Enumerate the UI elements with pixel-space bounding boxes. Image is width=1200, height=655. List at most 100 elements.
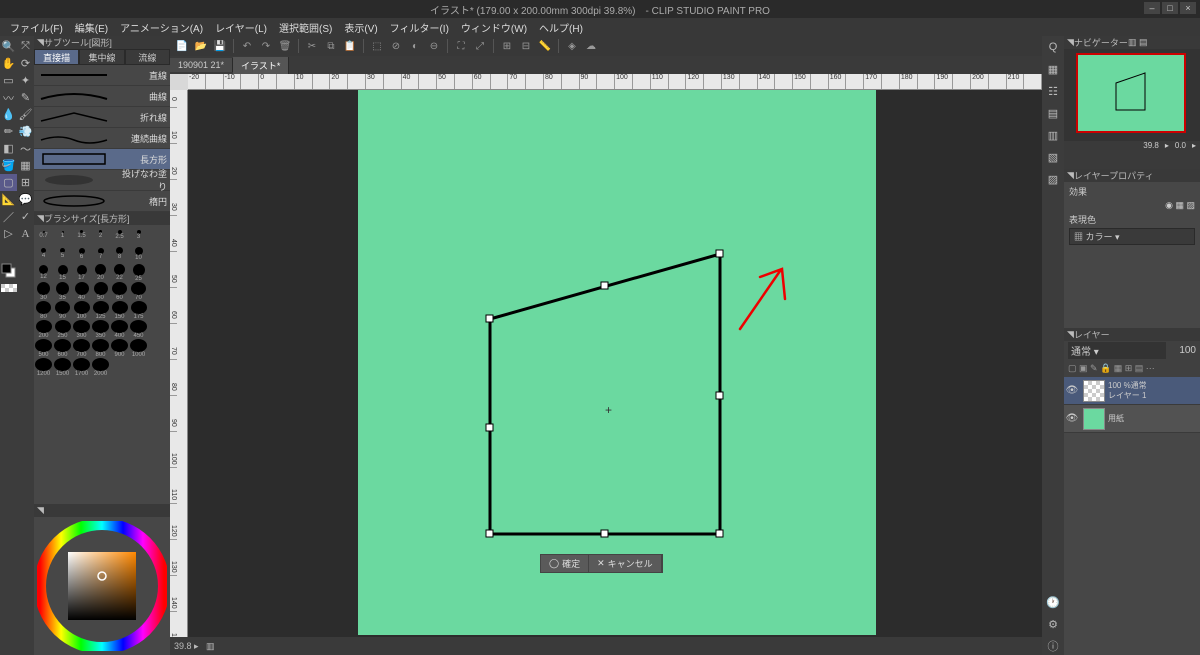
- eraser-icon[interactable]: ◧: [0, 140, 17, 157]
- transform-confirm-bar: ◯ 確定 ✕ キャンセル: [540, 554, 663, 573]
- pen-tool-icon[interactable]: ✎: [17, 89, 34, 106]
- layer-row-1[interactable]: 👁 100 %通常 レイヤー 1: [1064, 377, 1200, 405]
- balloon-icon[interactable]: 💬: [17, 191, 34, 208]
- subtool-polyline[interactable]: 折れ線: [34, 107, 170, 128]
- minimize-button[interactable]: –: [1144, 2, 1160, 14]
- color-wheel[interactable]: [37, 521, 167, 651]
- layer-visible-icon[interactable]: 👁: [1064, 413, 1080, 424]
- subtool-curve[interactable]: 曲線: [34, 86, 170, 107]
- menu-window[interactable]: ウィンドウ(W): [455, 20, 533, 35]
- doc-tab-2[interactable]: イラスト*: [233, 57, 289, 74]
- new-icon[interactable]: 📄: [174, 38, 190, 54]
- copy-icon[interactable]: ⧉: [323, 38, 339, 54]
- subtool-line[interactable]: 直線: [34, 65, 170, 86]
- fill-icon[interactable]: 🪣: [0, 157, 17, 174]
- invert-icon[interactable]: ◐: [407, 38, 423, 54]
- blend-icon[interactable]: 〜: [17, 140, 34, 157]
- layer-opacity-value[interactable]: 100: [1166, 345, 1196, 356]
- figure-tool-icon[interactable]: ▢: [0, 174, 17, 191]
- navigator-thumbnail[interactable]: [1076, 53, 1186, 133]
- eyedrop-icon[interactable]: 💧: [0, 106, 17, 123]
- transform-icon[interactable]: ⛶: [453, 38, 469, 54]
- subtool-tab-direct[interactable]: 直接描: [34, 49, 79, 65]
- navigator-panel[interactable]: [1064, 49, 1200, 141]
- paste-icon[interactable]: 📋: [342, 38, 358, 54]
- wand-tool-icon[interactable]: ✦: [17, 72, 34, 89]
- material5-icon[interactable]: ▧: [1044, 148, 1062, 166]
- doc-tab-1[interactable]: 190901 21*: [170, 58, 233, 72]
- auto-icon[interactable]: ⚙: [1044, 615, 1062, 633]
- svg-text:+: +: [605, 403, 612, 417]
- search-icon[interactable]: 🔍: [0, 38, 17, 55]
- scale-icon[interactable]: ⤢: [472, 38, 488, 54]
- brush-tool-icon[interactable]: 🖌: [17, 106, 34, 123]
- history-icon[interactable]: 🕐: [1044, 593, 1062, 611]
- material3-icon[interactable]: ▤: [1044, 104, 1062, 122]
- marquee-tool-icon[interactable]: ▭: [0, 72, 17, 89]
- confirm-ok-button[interactable]: ◯ 確定: [541, 555, 589, 572]
- brush-size-grid[interactable]: 0.711.522.534567810121517202225303540506…: [34, 225, 170, 377]
- subtool-header: ◥ サブツール[図形]: [34, 36, 170, 49]
- subtool-tab-stream[interactable]: 流線: [125, 49, 170, 65]
- menu-filter[interactable]: フィルター(I): [384, 20, 455, 35]
- subtool-tab-focus[interactable]: 集中線: [79, 49, 124, 65]
- info-icon[interactable]: ⓘ: [1044, 637, 1062, 655]
- expression-color-dropdown[interactable]: ▦ カラー ▾: [1069, 228, 1195, 245]
- layer-list: 👁 100 %通常 レイヤー 1 👁 用紙: [1064, 377, 1200, 655]
- navigator-controls[interactable]: [1064, 155, 1200, 169]
- subtool-bezier[interactable]: 連続曲線: [34, 128, 170, 149]
- menu-edit[interactable]: 編集(E): [69, 20, 114, 35]
- open-icon[interactable]: 📂: [193, 38, 209, 54]
- menu-file[interactable]: ファイル(F): [4, 20, 69, 35]
- menu-select[interactable]: 選択範囲(S): [273, 20, 338, 35]
- shrink-icon[interactable]: ⊖: [426, 38, 442, 54]
- maximize-button[interactable]: □: [1162, 2, 1178, 14]
- cut-icon[interactable]: ✂: [304, 38, 320, 54]
- deselect-icon[interactable]: ⊘: [388, 38, 404, 54]
- cloud-icon[interactable]: ☁: [583, 38, 599, 54]
- delete-icon[interactable]: 🗑: [277, 38, 293, 54]
- rotate-tool-icon[interactable]: ⟳: [17, 55, 34, 72]
- close-button[interactable]: ×: [1180, 2, 1196, 14]
- layer-visible-icon[interactable]: 👁: [1064, 385, 1080, 396]
- menu-help[interactable]: ヘルプ(H): [533, 20, 589, 35]
- material-icon[interactable]: ▦: [1044, 60, 1062, 78]
- layer-row-2[interactable]: 👁 用紙: [1064, 405, 1200, 433]
- undo-icon[interactable]: ↶: [239, 38, 255, 54]
- menu-view[interactable]: 表示(V): [338, 20, 383, 35]
- airbrush-icon[interactable]: 💨: [17, 123, 34, 140]
- frame-icon[interactable]: ⊞: [17, 174, 34, 191]
- correct-icon[interactable]: ✓: [17, 208, 34, 225]
- quick-access-icon[interactable]: Q: [1044, 38, 1062, 56]
- move-tool-icon[interactable]: ⤧: [17, 38, 34, 55]
- ruler-horizontal: -20-100102030405060708090100110120130140…: [188, 74, 1042, 90]
- menu-animation[interactable]: アニメーション(A): [114, 20, 209, 35]
- material2-icon[interactable]: ☷: [1044, 82, 1062, 100]
- assist-icon[interactable]: ◈: [564, 38, 580, 54]
- lasso-tool-icon[interactable]: 〰: [0, 89, 17, 106]
- redo-icon[interactable]: ↷: [258, 38, 274, 54]
- snap-icon[interactable]: ⊞: [499, 38, 515, 54]
- save-icon[interactable]: 💾: [212, 38, 228, 54]
- hand-tool-icon[interactable]: ✋: [0, 55, 17, 72]
- grid-icon[interactable]: ⊟: [518, 38, 534, 54]
- transparent-icon[interactable]: [0, 279, 17, 296]
- gradient-icon[interactable]: ▦: [17, 157, 34, 174]
- select-all-icon[interactable]: ⬚: [369, 38, 385, 54]
- pencil-icon[interactable]: ✏: [0, 123, 17, 140]
- subtool-lasso-fill[interactable]: 投げなわ塗り: [34, 170, 170, 191]
- material4-icon[interactable]: ▥: [1044, 126, 1062, 144]
- blend-mode-dropdown[interactable]: 通常 ▾: [1068, 342, 1166, 359]
- select-icon[interactable]: ▷: [0, 225, 17, 242]
- subtool-ellipse[interactable]: 楕円: [34, 191, 170, 212]
- line-icon[interactable]: ／: [0, 208, 17, 225]
- canvas-area[interactable]: -20-100102030405060708090100110120130140…: [170, 74, 1042, 655]
- ruler-snap-icon[interactable]: 📏: [537, 38, 553, 54]
- confirm-cancel-button[interactable]: ✕ キャンセル: [589, 555, 662, 572]
- menu-layer[interactable]: レイヤー(L): [209, 20, 273, 35]
- material6-icon[interactable]: ▨: [1044, 170, 1062, 188]
- fg-bg-color-icon[interactable]: [0, 262, 17, 279]
- ruler-icon[interactable]: 📐: [0, 191, 17, 208]
- transform-bounding-box[interactable]: +: [470, 244, 760, 554]
- text-tool-icon[interactable]: A: [17, 225, 34, 242]
